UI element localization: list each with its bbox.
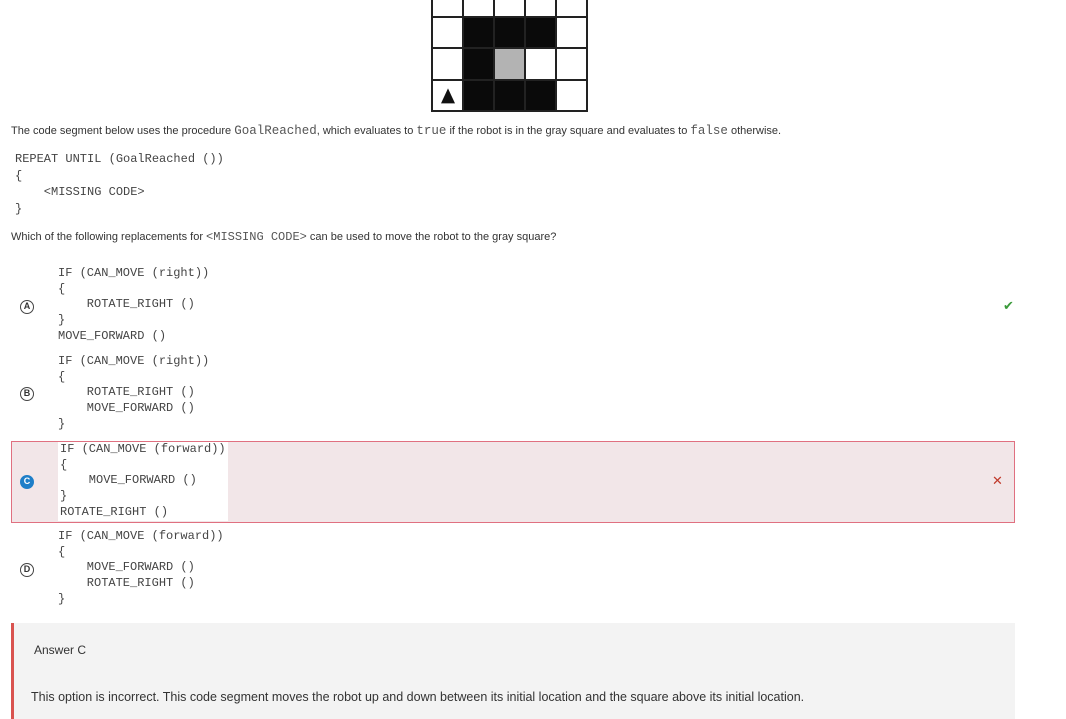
option-a-code: IF (CAN_MOVE (right)) { ROTATE_RIGHT () … [58, 266, 210, 343]
answer-option-a[interactable]: A IF (CAN_MOVE (right)) { ROTATE_RIGHT (… [11, 266, 1015, 348]
question-text: Which of the following replacements for … [11, 230, 556, 244]
grid-cell [525, 48, 556, 80]
check-icon: ✔ [1003, 298, 1014, 313]
grid-cell-blocked [525, 79, 556, 111]
problem-description: The code segment below uses the procedur… [11, 124, 781, 138]
desc-procedure-name: GoalReached [234, 124, 317, 138]
triangle-up-icon [440, 88, 455, 104]
desc-text: , which evaluates to [316, 125, 417, 137]
grid-cell-blocked [463, 48, 494, 80]
grid-cell [432, 48, 463, 80]
option-d-code: IF (CAN_MOVE (forward)) { MOVE_FORWARD (… [58, 529, 224, 606]
close-icon: ✕ [992, 473, 1003, 488]
option-b-code: IF (CAN_MOVE (right)) { ROTATE_RIGHT () … [58, 354, 210, 431]
answer-option-b[interactable]: B IF (CAN_MOVE (right)) { ROTATE_RIGHT (… [11, 354, 1015, 436]
question-text-part: Which of the following replacements for [11, 231, 207, 243]
desc-false-keyword: false [690, 124, 728, 138]
grid-cell [432, 0, 463, 17]
feedback-body: This option is incorrect. This code segm… [31, 690, 805, 704]
grid-cell-robot [432, 79, 463, 111]
robot-grid [431, 0, 588, 112]
desc-text: otherwise. [727, 125, 782, 137]
grid-cell-blocked [494, 79, 525, 111]
option-c-code: IF (CAN_MOVE (forward)) { MOVE_FORWARD (… [58, 442, 228, 521]
grid-cell [463, 0, 494, 17]
grid-cell-blocked [525, 16, 556, 48]
option-c-radio[interactable]: C [20, 475, 34, 489]
desc-text: The code segment below uses the procedur… [11, 125, 235, 137]
grid-cell-blocked [463, 79, 494, 111]
desc-true-keyword: true [416, 124, 447, 138]
question-code-token: <MISSING CODE> [206, 230, 307, 244]
answer-feedback-panel: Answer C This option is incorrect. This … [11, 623, 1015, 719]
feedback-title: Answer C [34, 643, 87, 657]
grid-cell-blocked [463, 16, 494, 48]
desc-text: if the robot is in the gray square and e… [446, 125, 691, 137]
grid-cell [556, 48, 587, 80]
grid-cell [556, 0, 587, 17]
grid-cell [556, 16, 587, 48]
grid-cell [556, 79, 587, 111]
grid-cell-goal [494, 48, 525, 80]
answer-option-d[interactable]: D IF (CAN_MOVE (forward)) { MOVE_FORWARD… [11, 529, 1015, 611]
grid-cell [494, 0, 525, 17]
question-text-part: can be used to move the robot to the gra… [306, 231, 557, 243]
grid-cell [432, 16, 463, 48]
grid-cell-blocked [494, 16, 525, 48]
answer-option-c[interactable]: C IF (CAN_MOVE (forward)) { MOVE_FORWARD… [11, 441, 1015, 523]
option-a-radio[interactable]: A [20, 300, 34, 314]
grid-cell [525, 0, 556, 17]
main-code-block: REPEAT UNTIL (GoalReached ()) { <MISSING… [15, 152, 224, 216]
option-b-radio[interactable]: B [20, 387, 34, 401]
option-d-radio[interactable]: D [20, 563, 34, 577]
